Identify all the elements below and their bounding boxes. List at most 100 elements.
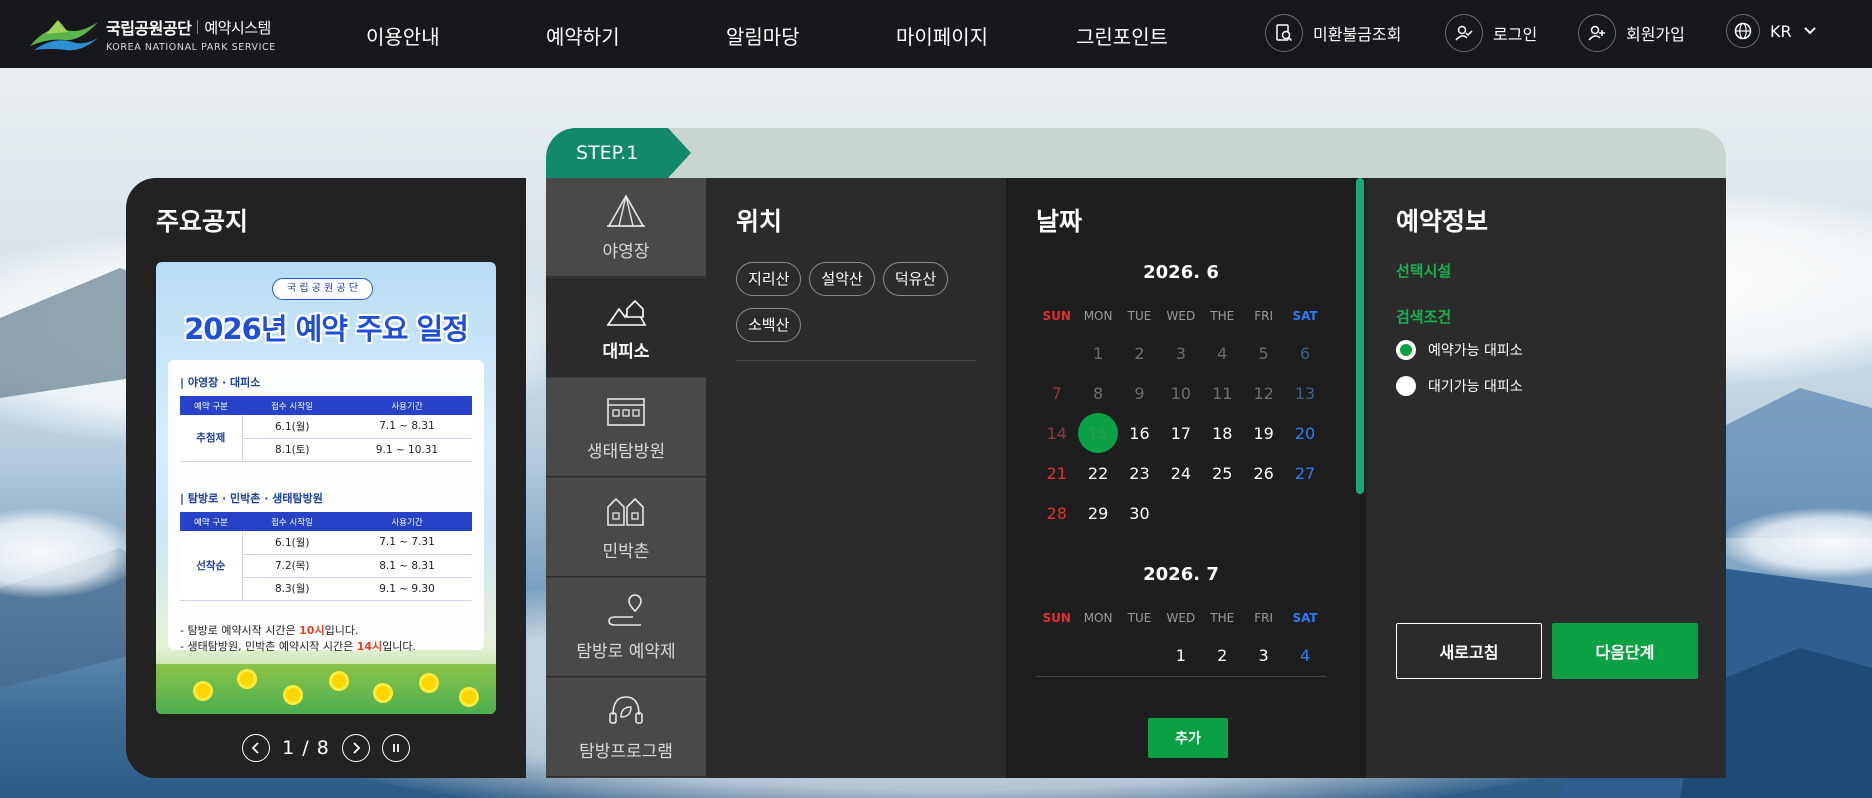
category-label: 민박촌 [602, 541, 650, 562]
location-chip-deogyusan[interactable]: 덕유산 [882, 262, 949, 296]
weekday-label: THE [1210, 611, 1235, 625]
calendar-day[interactable]: 27 [1284, 453, 1325, 493]
calendar-day-selected[interactable]: 15 [1077, 413, 1119, 453]
calendar-day[interactable]: 4 [1284, 635, 1325, 675]
building-icon [607, 397, 645, 426]
top-header: 국립공원공단 예약시스템 KOREA NATIONAL PARK SERVICE… [0, 0, 1872, 68]
table-cell: 7.1 ~ 8.31 [342, 415, 472, 439]
step-label: STEP.1 [546, 128, 691, 178]
pause-slide-button[interactable] [381, 734, 410, 762]
tent-icon [607, 193, 645, 227]
calendar-day[interactable]: 25 [1202, 453, 1243, 493]
prev-slide-button[interactable] [242, 734, 271, 762]
calendar-day: 14 [1046, 423, 1067, 443]
calendar-day[interactable]: 24 [1160, 453, 1201, 493]
login-label: 로그인 [1493, 25, 1538, 44]
notice-panel: 주요공지 국 립 공 원 공 단 2026년 예약 주요 일정 | 야영장 · … [126, 178, 526, 778]
calendar-day[interactable]: 3 [1243, 635, 1284, 675]
note-text: 입니다. [382, 640, 417, 653]
site-logo[interactable]: 국립공원공단 예약시스템 KOREA NATIONAL PARK SERVICE [28, 12, 288, 56]
poster-headline: 2026년 예약 주요 일정 [184, 312, 469, 346]
calendar-month-title: 2026. 6 [1143, 262, 1219, 283]
notice-pager: 1 / 8 [126, 734, 526, 762]
location-title: 위치 [736, 207, 783, 236]
location-chips: 지리산 설악산 덕유산 소백산 [736, 262, 996, 354]
calendar-day[interactable]: 1 [1160, 635, 1201, 675]
category-shelter[interactable]: 대피소 [546, 278, 706, 377]
calendar-day[interactable]: 29 [1077, 493, 1118, 533]
reservation-info-column: 예약정보 선택시설 검색조건 예약가능 대피소 대기가능 대피소 새로고침 다음… [1366, 178, 1726, 778]
houses-icon [607, 497, 644, 526]
calendar-day[interactable]: 17 [1160, 413, 1201, 453]
calendar-divider [1036, 676, 1326, 677]
weekday-label: MON [1083, 611, 1113, 625]
weekday-label: FRI [1254, 611, 1274, 625]
radio-button[interactable] [1396, 340, 1416, 360]
location-column: 위치 지리산 설악산 덕유산 소백산 [706, 178, 1006, 778]
category-label: 야영장 [602, 241, 650, 262]
location-chip-sobaeksan[interactable]: 소백산 [736, 308, 802, 342]
radio-button[interactable] [1396, 376, 1416, 396]
category-label: 대피소 [602, 341, 650, 362]
table-header: 접수 시작일 [242, 396, 342, 415]
next-slide-button[interactable] [341, 734, 370, 762]
notice-poster[interactable]: 국 립 공 원 공 단 2026년 예약 주요 일정 | 야영장 · 대피소 예… [156, 262, 496, 714]
table-header: 사용기간 [342, 396, 472, 415]
date-title: 날짜 [1036, 207, 1083, 236]
add-date-button[interactable]: 추가 [1148, 718, 1228, 758]
nav-mypage[interactable]: 마이페이지 [896, 21, 988, 50]
option-available-shelter[interactable]: 예약가능 대피소 [1396, 340, 1523, 360]
nav-reservation[interactable]: 예약하기 [546, 21, 620, 50]
logo-divider [197, 20, 199, 34]
calendar-day[interactable]: 28 [1036, 493, 1077, 533]
calendar-weekday-row: SUN MON TUE WED THE FRI SAT [1036, 611, 1326, 625]
calendar-day: 7 [1051, 383, 1062, 403]
calendar-day[interactable]: 16 [1119, 413, 1160, 453]
calendar-day[interactable]: 23 [1119, 453, 1160, 493]
knps-logo-icon [30, 20, 98, 51]
calendar-divider [1036, 508, 1326, 509]
calendar-day[interactable]: 2 [1202, 635, 1243, 675]
calendar-days-grid: 1234 [1036, 635, 1326, 675]
note-text: 입니다. [324, 624, 359, 637]
option-waitlist-shelter[interactable]: 대기가능 대피소 [1396, 376, 1523, 396]
signup-link[interactable]: 회원가입 [1578, 14, 1685, 52]
category-trail-reservation[interactable]: 탐방로 예약제 [546, 578, 706, 677]
calendar-day: 11 [1212, 383, 1233, 403]
date-scrollbar[interactable] [1356, 178, 1364, 494]
date-column: 날짜 2026. 6 SUN MON TUE WED THE FRI SAT 1234567… [1006, 178, 1366, 778]
language-selector[interactable]: KR [1726, 14, 1816, 48]
refresh-button[interactable]: 새로고침 [1396, 623, 1542, 679]
login-link[interactable]: 로그인 [1445, 14, 1537, 52]
location-chip-seoraksan[interactable]: 설악산 [809, 262, 875, 296]
slide-counter: 1 / 8 [282, 737, 330, 759]
nav-green-point[interactable]: 그린포인트 [1076, 21, 1168, 50]
calendar-day[interactable]: 18 [1202, 413, 1243, 453]
table-group-label: 선착순 [180, 531, 243, 601]
category-campground[interactable]: 야영장 [546, 178, 706, 277]
category-lodge-village[interactable]: 민박촌 [546, 478, 706, 577]
calendar-empty-cell [1036, 333, 1077, 373]
table-header: 예약 구분 [180, 512, 242, 531]
location-chip-jirisan[interactable]: 지리산 [736, 262, 802, 296]
calendar-day: 8 [1092, 383, 1104, 403]
calendar-day[interactable]: 30 [1119, 493, 1160, 533]
calendar-day[interactable]: 21 [1036, 453, 1077, 493]
weekday-label: TUE [1127, 611, 1152, 625]
table-header: 사용기간 [342, 512, 472, 531]
nav-guide[interactable]: 이용안내 [366, 21, 440, 50]
note-highlight: 14시 [356, 640, 383, 653]
calendar-day[interactable]: 22 [1077, 453, 1118, 493]
table-cell: 7.1 ~ 7.31 [342, 531, 472, 555]
category-trail-program[interactable]: 탐방프로그램 [546, 678, 706, 777]
selected-facility-label: 선택시설 [1396, 262, 1452, 280]
trail-pin-icon [608, 593, 642, 626]
calendar-day[interactable]: 19 [1243, 413, 1284, 453]
calendar-day[interactable]: 20 [1284, 413, 1325, 453]
calendar-day[interactable]: 26 [1243, 453, 1284, 493]
nav-notice-board[interactable]: 알림마당 [726, 21, 800, 50]
category-eco-center[interactable]: 생태탐방원 [546, 378, 706, 477]
next-step-button[interactable]: 다음단계 [1552, 623, 1698, 679]
refund-inquiry-link[interactable]: 미환불금조회 [1265, 14, 1401, 52]
signup-label: 회원가입 [1626, 25, 1685, 44]
